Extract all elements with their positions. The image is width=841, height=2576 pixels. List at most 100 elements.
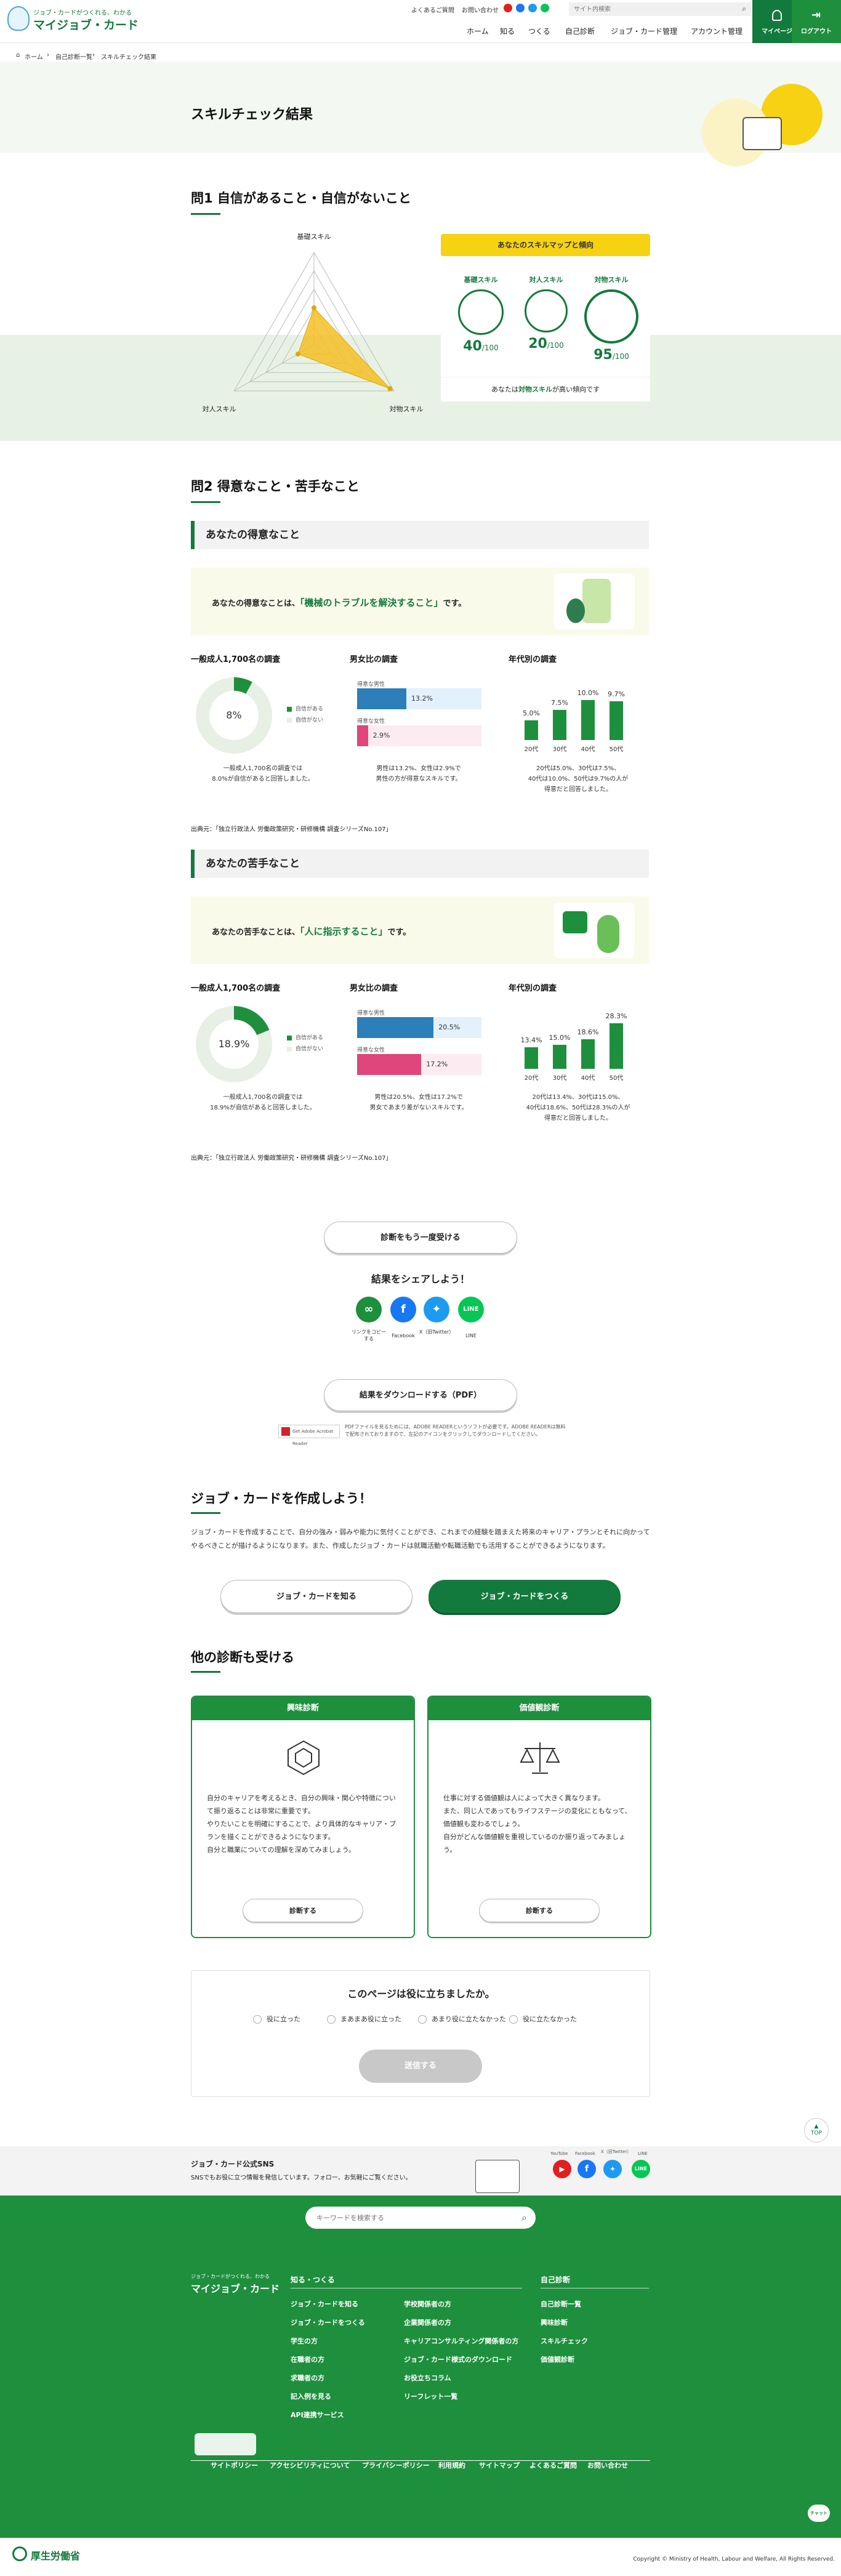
footer-link[interactable]: 興味診断	[541, 2317, 568, 2327]
breadcrumb-self-check[interactable]: 自己診断一覧	[55, 52, 92, 61]
nav-know[interactable]: 知る	[500, 26, 515, 36]
feedback-send-button[interactable]: 送信する	[359, 2050, 482, 2083]
adobe-reader-badge[interactable]: Get Adobe Acrobat Reader	[278, 1425, 340, 1446]
footer-link[interactable]: キャリアコンサルティング関係者の方	[404, 2336, 518, 2346]
header-search-input[interactable]	[569, 2, 729, 16]
footer-link[interactable]: リーフレット一覧	[404, 2391, 457, 2401]
youtube-icon[interactable]	[504, 4, 512, 12]
footer-link[interactable]: 学校関係者の方	[404, 2299, 451, 2309]
age-axis-label: 40代	[581, 746, 595, 753]
footer-link[interactable]: 在職者の方	[291, 2354, 324, 2364]
bad-callout-text: あなたの苦手なことは、「人に指示すること」です。	[212, 926, 411, 937]
mascot-icon	[742, 117, 782, 150]
footer-bottom-link[interactable]: よくあるご質問	[529, 2460, 577, 2470]
footer-bottom-link[interactable]: アクセシビリティについて	[270, 2460, 350, 2470]
footer-link[interactable]: 自己診断一覧	[541, 2299, 581, 2309]
sns-label-line: LINE	[638, 2151, 648, 2156]
interest-start-button[interactable]: 診断する	[243, 1899, 363, 1922]
chat-button[interactable]: チャット	[808, 2505, 830, 2522]
search-icon[interactable]: ⌕	[742, 4, 746, 14]
share-label-facebook: Facebook	[392, 1333, 415, 1338]
jobcard-underline	[191, 1512, 220, 1514]
jobcard-text: ジョブ・カードを作成することで、自分の強み・弱みや能力に気付くことができ、これま…	[191, 1528, 650, 1550]
site-logo[interactable]: マイジョブ・カード	[33, 16, 139, 33]
footer-link[interactable]: ジョブ・カードをつくる	[291, 2317, 365, 2327]
other-title: 他の診断も受ける	[191, 1650, 294, 1665]
male-bar: 13.2%	[357, 688, 481, 709]
skill-label: 対物スキル	[594, 276, 629, 284]
pagetop-button[interactable]: ▲ TOP	[804, 2118, 829, 2143]
footer-link[interactable]: 企業関係者の方	[404, 2317, 451, 2327]
footer-link[interactable]: API連携サービス	[291, 2410, 344, 2420]
twitter-icon[interactable]: ✦	[603, 2160, 622, 2178]
footer-link[interactable]: 求職者の方	[291, 2373, 324, 2383]
footer-bottom-link[interactable]: サイトポリシー	[211, 2460, 258, 2470]
sns-title: ジョブ・カード公式SNS	[191, 2160, 275, 2168]
line-icon[interactable]: LINE	[632, 2160, 650, 2178]
male-bar: 20.5%	[357, 1017, 481, 1038]
youtube-icon[interactable]: ▶	[553, 2160, 571, 2178]
footer-bottom-link[interactable]: サイトマップ	[479, 2460, 520, 2470]
feedback-option[interactable]: あまり役に立たなかった	[418, 2014, 506, 2024]
search-icon[interactable]: ⌕	[521, 2212, 527, 2224]
footer-link[interactable]: ジョブ・カードを知る	[291, 2299, 358, 2309]
footer-link[interactable]: スキルチェック	[541, 2336, 588, 2346]
breadcrumb-home[interactable]: ホーム	[25, 52, 43, 61]
skill-interpersonal: 対人スキル 20/100	[518, 275, 574, 352]
jobcard-know-button[interactable]: ジョブ・カードを知る	[220, 1580, 412, 1613]
twitter-icon[interactable]	[528, 4, 537, 12]
mhlw-logo[interactable]: 厚生労働省	[31, 2548, 80, 2562]
footer-logo[interactable]: マイジョブ・カード	[191, 2280, 280, 2295]
footer-link[interactable]: 記入例を見る	[291, 2391, 331, 2401]
share-title: 結果をシェアしよう！	[371, 1273, 470, 1285]
skill-icon	[525, 289, 568, 332]
download-pdf-button[interactable]: 結果をダウンロードする（PDF）	[324, 1379, 517, 1411]
jobcard-make-button[interactable]: ジョブ・カードをつくる	[429, 1580, 621, 1613]
logout-icon: ⇥	[811, 9, 821, 22]
age-bar-label: 7.5%	[551, 699, 568, 707]
header-search: ⌕	[569, 2, 751, 16]
legend-yes: 自信がある	[287, 1033, 323, 1041]
logo-character-icon[interactable]	[7, 6, 30, 31]
line-icon[interactable]: LINE	[458, 1297, 484, 1322]
facebook-icon[interactable]: f	[577, 2160, 596, 2178]
radar-axis-label: 基礎スキル	[297, 233, 331, 241]
feedback-option[interactable]: 役に立たなかった	[509, 2014, 577, 2024]
values-start-button[interactable]: 診断する	[479, 1899, 600, 1922]
age-bar-label: 18.6%	[577, 1028, 599, 1036]
breadcrumb-sep: ›	[92, 52, 95, 58]
facebook-icon[interactable]	[516, 4, 525, 12]
nav-jobcard-manage[interactable]: ジョブ・カード管理	[611, 26, 677, 36]
facebook-icon[interactable]: f	[390, 1297, 416, 1322]
contact-link[interactable]: お問い合わせ	[462, 5, 499, 14]
footer-link[interactable]: ジョブ・カード様式のダウンロード	[404, 2354, 512, 2364]
footer-col1-heading: 知る・つくる	[291, 2276, 335, 2284]
card-title: 価値観診断	[429, 1697, 650, 1720]
footer-search-input[interactable]	[305, 2207, 502, 2229]
link-icon[interactable]: ∞	[356, 1297, 382, 1322]
footer-link[interactable]: 価値観診断	[541, 2354, 574, 2364]
footer-bottom-link[interactable]: お問い合わせ	[587, 2460, 628, 2470]
twitter-icon[interactable]: ✦	[424, 1297, 449, 1322]
footer-bottom-link[interactable]: 利用規約	[438, 2460, 465, 2470]
good-gender-note: 男性は13.2%、女性は2.9%で 男性の方が得意なスキルです。	[376, 765, 462, 783]
radio-icon	[418, 2015, 427, 2024]
nav-make[interactable]: つくる	[528, 26, 550, 36]
footer-link[interactable]: 学生の方	[291, 2336, 318, 2346]
nav-self-check[interactable]: 自己診断	[565, 26, 595, 36]
breadcrumb-home-icon[interactable]: ⌂	[16, 52, 20, 58]
faq-link[interactable]: よくあるご質問	[411, 5, 454, 14]
footer-link[interactable]: お役立ちコラム	[404, 2373, 451, 2383]
logout-button[interactable]: ⇥ ログアウト	[792, 0, 841, 43]
retry-button[interactable]: 診断をもう一度受ける	[324, 1222, 517, 1254]
nav-home[interactable]: ホーム	[467, 26, 489, 36]
skill-value: 95/100	[594, 347, 629, 363]
nav-account[interactable]: アカウント管理	[691, 26, 742, 36]
skill-map-title: あなたのスキルマップと傾向	[441, 234, 650, 256]
feedback-option[interactable]: 役に立った	[253, 2014, 300, 2024]
feedback-option[interactable]: まあまあ役に立った	[327, 2014, 401, 2024]
female-bar: 2.9%	[357, 725, 481, 746]
line-icon[interactable]	[541, 4, 549, 12]
footer-bottom-link[interactable]: プライバシーポリシー	[362, 2460, 430, 2470]
age-bar-label: 5.0%	[523, 709, 540, 717]
